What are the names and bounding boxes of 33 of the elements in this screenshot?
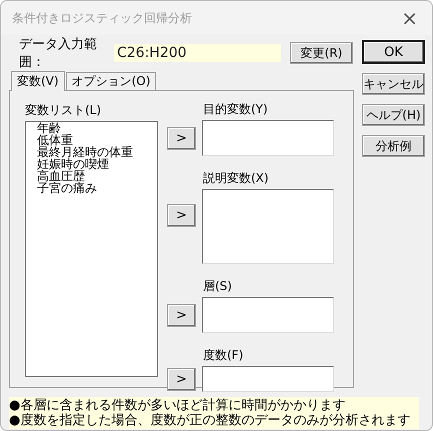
add-button[interactable]: >	[167, 304, 196, 326]
range-field[interactable]: C26:H200	[114, 44, 281, 62]
input-field[interactable]	[202, 366, 334, 392]
dialog-button[interactable]: ヘルプ(H)	[362, 104, 425, 126]
variable-listbox[interactable]: 年齢 低体重 最終月経時の体重 妊娠時の喫煙 高血圧歴 子宮の痛み	[25, 121, 158, 377]
input-field[interactable]	[202, 120, 334, 156]
tab[interactable]: 変数(V)	[11, 71, 65, 91]
list-item[interactable]: 妊娠時の喫煙	[37, 158, 157, 170]
close-button[interactable]: ×	[397, 6, 422, 30]
add-button[interactable]: >	[167, 204, 196, 227]
add-button[interactable]: >	[167, 368, 196, 390]
field-label: 目的変数(Y)	[203, 102, 268, 116]
list-label: 変数リスト(L)	[25, 104, 102, 117]
range-label: データ入力範囲：	[19, 36, 98, 71]
dialog-button[interactable]: キャンセル	[362, 73, 425, 95]
add-button[interactable]: >	[167, 126, 196, 150]
change-button[interactable]: 変更(R)	[290, 42, 353, 64]
note-text: ●度数を指定した場合、度数が正の整数のデータのみが分析されます	[9, 413, 412, 428]
tab[interactable]: オプション(O)	[66, 72, 156, 90]
field-label: 説明変数(X)	[203, 171, 269, 185]
list-item[interactable]: 年齢	[37, 122, 157, 134]
list-item[interactable]: 子宮の痛み	[37, 182, 157, 194]
field-label: 層(S)	[203, 279, 232, 293]
dialog-button[interactable]: 分析例	[362, 135, 425, 157]
list-item[interactable]: 高血圧歴	[37, 170, 157, 182]
list-item[interactable]: 最終月経時の体重	[37, 146, 157, 158]
dialog-button[interactable]: OK	[362, 40, 425, 64]
note-text: ●各層に含まれる件数が多いほど計算に時間がかかります	[9, 398, 346, 413]
input-field[interactable]	[202, 189, 334, 264]
window-title: 条件付きロジスティック回帰分析	[12, 10, 192, 26]
input-field[interactable]	[202, 297, 334, 333]
list-item[interactable]: 低体重	[37, 134, 157, 146]
field-label: 度数(F)	[203, 348, 244, 362]
